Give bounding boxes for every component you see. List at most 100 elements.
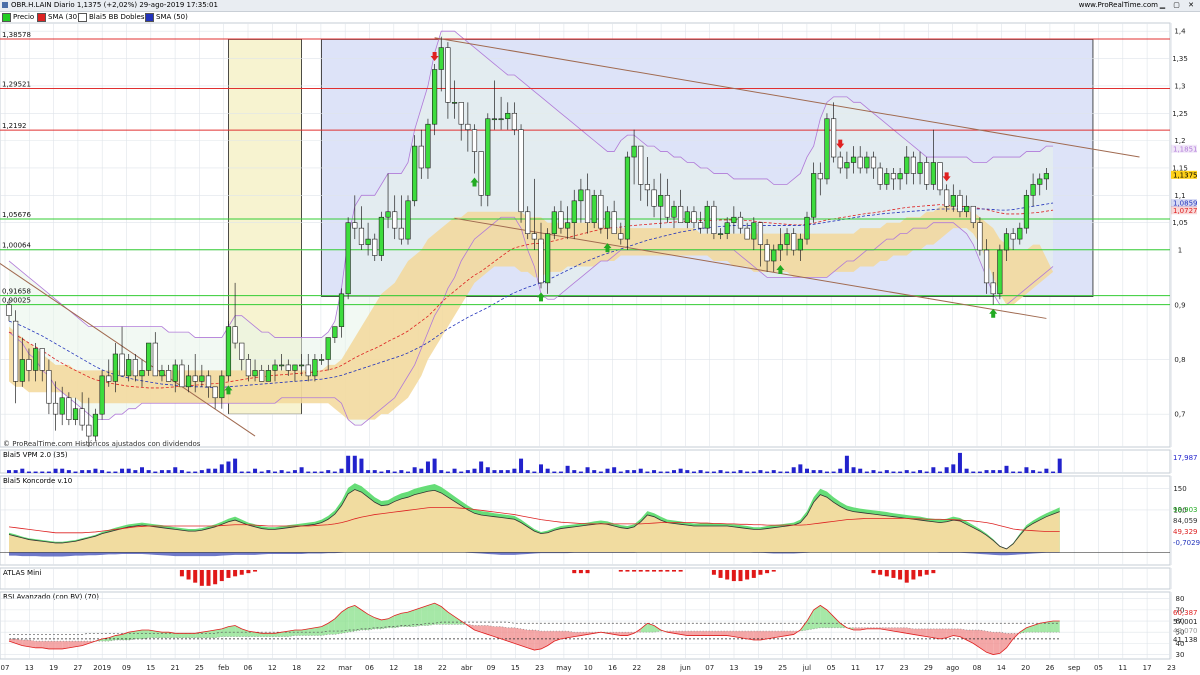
volume-bar: [233, 458, 238, 473]
volume-bar: [459, 471, 464, 473]
volume-bar: [678, 468, 683, 473]
rsi-fill: [720, 631, 728, 636]
volume-bar: [751, 471, 756, 473]
candle-body: [72, 408, 79, 420]
rsi-value: 41,138: [1173, 636, 1198, 644]
volume-bar: [1004, 465, 1009, 473]
x-tick-label: 10: [584, 664, 593, 672]
y-tick-label: 80: [1176, 595, 1185, 603]
candle-body: [957, 195, 963, 213]
x-tick-label: 29: [924, 664, 933, 672]
atlas-bar: [658, 570, 663, 572]
candle-body: [239, 342, 245, 360]
candle-body: [478, 151, 484, 196]
chart-canvas[interactable]: 07 13 19 27 2019 09 15 21 25 feb 06 12 18 22 mar 06 12 18…: [0, 0, 1200, 675]
x-tick-label: 05: [1094, 664, 1103, 672]
volume-bar: [392, 471, 397, 473]
volume-bar: [146, 470, 151, 473]
support-label: 0,90025: [2, 297, 31, 305]
candle-body: [944, 189, 950, 207]
x-tick-label: 07: [705, 664, 714, 672]
candle-body: [471, 129, 478, 152]
rsi-fill: [986, 631, 994, 655]
candle-body: [305, 364, 311, 377]
candle-body: [983, 249, 990, 284]
volume-bar: [279, 470, 284, 473]
volume-bar: [1017, 471, 1022, 473]
candle-body: [59, 397, 65, 415]
candle-body: [325, 337, 331, 360]
atlas-bar: [652, 570, 657, 572]
atlas-bar: [213, 570, 218, 585]
volume-bar: [532, 471, 537, 473]
candle-body: [279, 364, 285, 367]
volume-bar: [213, 468, 218, 473]
atlas-bar: [884, 570, 889, 577]
volume-bar: [585, 467, 590, 473]
volume-bar: [838, 468, 843, 473]
rsi-value: 49,070: [1173, 627, 1198, 635]
volume-bar: [379, 471, 384, 473]
atlas-bar: [758, 570, 763, 575]
volume-bar: [80, 470, 85, 473]
candle-body: [358, 227, 365, 245]
volume-bar: [253, 468, 258, 473]
candle-body: [86, 424, 92, 437]
rsi-fill: [261, 633, 269, 637]
volume-bar: [1031, 470, 1036, 473]
volume-bar: [472, 468, 477, 473]
candle-body: [205, 375, 212, 388]
rsi-fill: [401, 612, 408, 627]
candle-body: [372, 238, 378, 256]
candle-body: [46, 370, 52, 404]
x-tick-label: 23: [535, 664, 544, 672]
x-tick-label: 06: [244, 664, 253, 672]
volume-bar: [499, 470, 504, 473]
rsi-fill: [188, 633, 196, 638]
panel-title-atlas: ATLAS Mini: [3, 569, 41, 577]
rsi-fill: [700, 631, 708, 636]
volume-bar: [246, 471, 251, 473]
atlas-bar: [199, 570, 204, 586]
volume-bar: [951, 464, 956, 473]
candle-body: [252, 370, 258, 377]
candle-body: [711, 205, 717, 234]
volume-bar: [824, 471, 829, 473]
volume-bar: [924, 471, 929, 473]
support-label: 1,05676: [2, 211, 31, 219]
volume-bar: [206, 468, 211, 473]
candle-body: [485, 118, 491, 196]
x-tick-label: abr: [461, 664, 473, 672]
atlas-bar: [745, 570, 750, 580]
x-tick-label: 20: [1021, 664, 1030, 672]
volume-bar: [86, 470, 91, 473]
x-tick-label: 28: [657, 664, 666, 672]
volume-bar: [938, 471, 942, 473]
candle-body: [924, 162, 930, 185]
candle-body: [292, 364, 298, 371]
x-tick-label: 09: [122, 664, 131, 672]
volume-bar: [399, 470, 404, 473]
candle-body: [950, 195, 956, 207]
atlas-bar: [771, 570, 776, 572]
y-tick-label: 1,05: [1172, 219, 1188, 227]
volume-bar: [672, 470, 676, 473]
rsi-fill: [1039, 622, 1047, 633]
rsi-fill: [294, 629, 302, 636]
x-tick-label: 22: [316, 664, 325, 672]
resistance-label: 1,2192: [2, 122, 27, 130]
rsi-fill: [268, 633, 275, 637]
volume-bar: [519, 458, 524, 473]
volume-bar: [545, 468, 550, 473]
volume-bar: [199, 470, 204, 473]
volume-bar: [612, 467, 617, 473]
rsi-fill: [48, 641, 56, 649]
volume-bar: [525, 470, 530, 473]
volume-bar: [432, 458, 437, 473]
volume-bar: [100, 470, 105, 473]
candle-body: [864, 156, 870, 169]
rsi-value: 60,387: [1173, 609, 1198, 617]
rsi-fill: [507, 627, 515, 644]
candle-body: [591, 195, 597, 223]
rsi-fill: [348, 605, 355, 633]
